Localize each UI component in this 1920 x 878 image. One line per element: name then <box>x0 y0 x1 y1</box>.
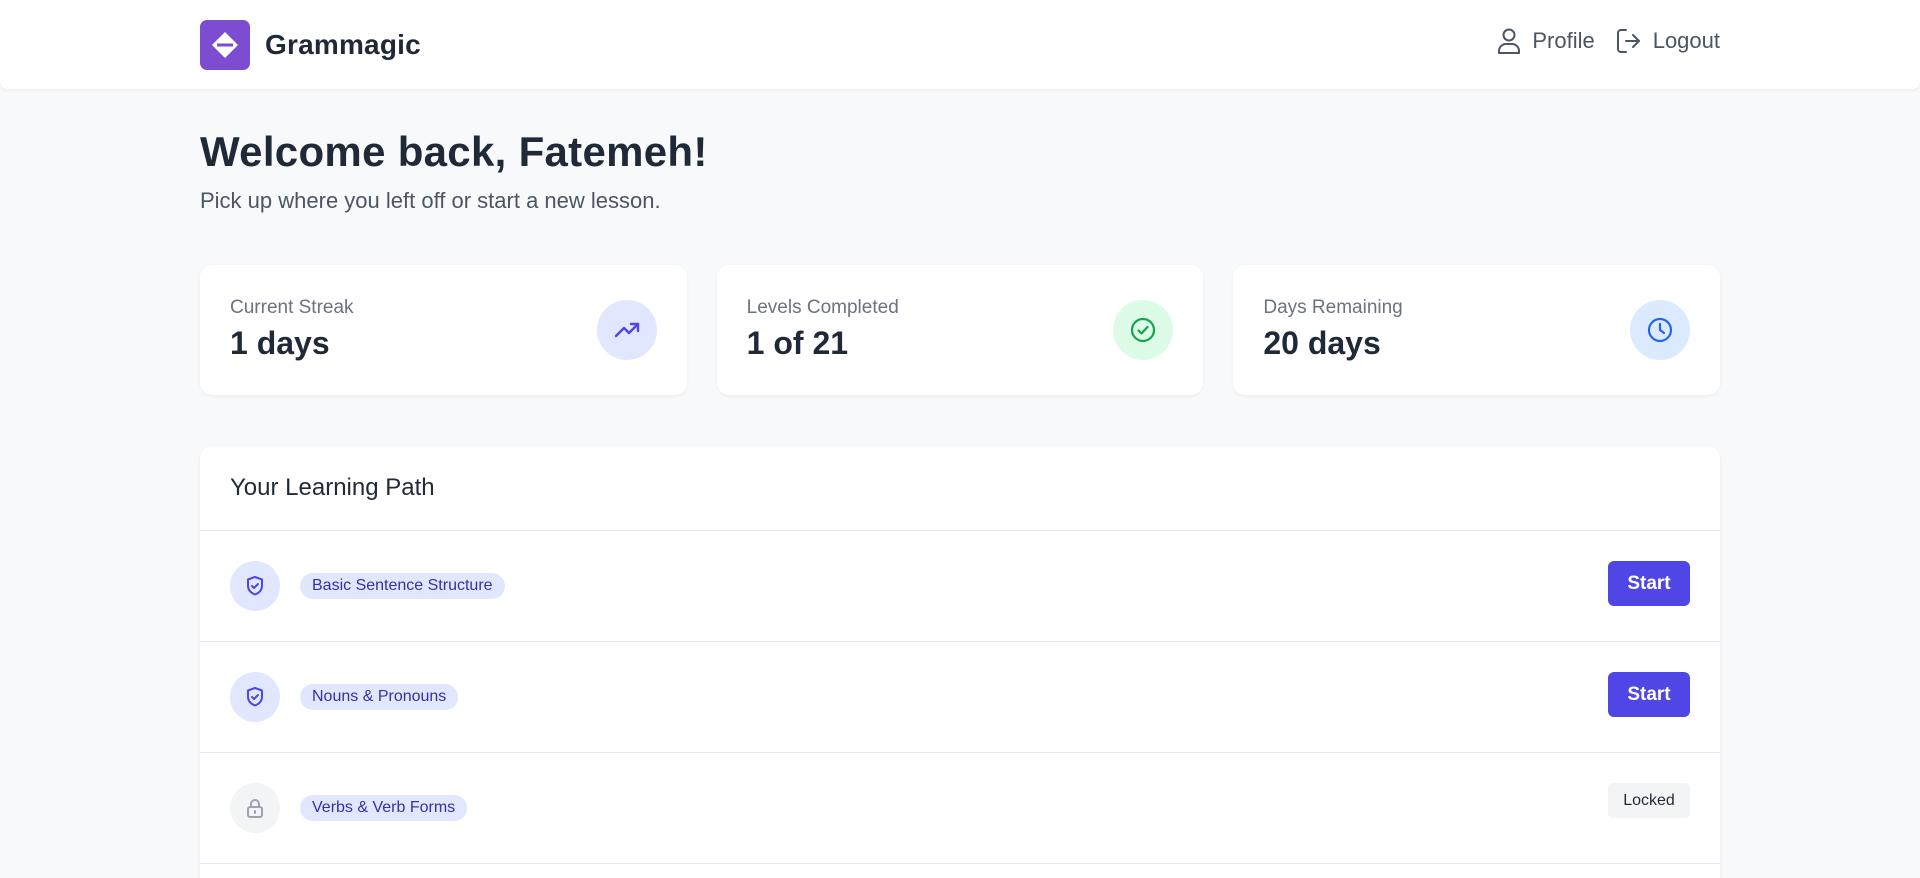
stat-card-days: Days Remaining 20 days <box>1233 265 1721 395</box>
shield-check-icon <box>230 672 280 722</box>
learning-path-card: Your Learning Path Basic Sentence Struct… <box>200 446 1720 878</box>
logout-link-label: Logout <box>1652 28 1720 53</box>
lesson-row: Basic Sentence Structure Start <box>200 531 1720 642</box>
profile-link-label: Profile <box>1532 28 1595 53</box>
lesson-title: Verbs & Verb Forms <box>300 795 468 821</box>
stat-label: Levels Completed <box>746 297 899 318</box>
stat-card-levels: Levels Completed 1 of 21 <box>716 265 1204 395</box>
profile-link[interactable]: Profile <box>1496 27 1595 55</box>
locked-badge: Locked <box>1608 783 1690 818</box>
shield-check-icon <box>230 561 280 611</box>
learning-path-title: Your Learning Path <box>200 446 1720 531</box>
lesson-title: Nouns & Pronouns <box>300 684 459 710</box>
start-lesson-button[interactable]: Start <box>1608 672 1690 717</box>
stat-value: 1 days <box>230 325 330 361</box>
lock-icon <box>230 783 280 833</box>
header-nav: Profile Logout <box>1496 27 1720 55</box>
stat-value: 20 days <box>1263 325 1381 361</box>
page-title: Welcome back, Fatemeh! <box>200 128 708 175</box>
logout-icon <box>1616 29 1640 53</box>
start-lesson-button[interactable]: Start <box>1608 561 1690 606</box>
page-subtitle: Pick up where you left off or start a ne… <box>200 188 661 213</box>
logout-link[interactable]: Logout <box>1615 27 1720 55</box>
lesson-title: Basic Sentence Structure <box>300 573 505 599</box>
stat-label: Current Streak <box>230 297 354 318</box>
brand-name: Grammagic <box>265 29 421 60</box>
stat-card-streak: Current Streak 1 days <box>200 265 687 395</box>
user-icon <box>1498 28 1521 54</box>
check-circle-icon <box>1113 300 1174 360</box>
clock-icon <box>1630 300 1691 360</box>
lesson-row: Verbs & Verb Forms Locked <box>200 753 1720 864</box>
logo-icon <box>200 20 250 70</box>
trending-up-icon <box>596 300 657 360</box>
lesson-row: Nouns & Pronouns Start <box>200 642 1720 753</box>
stat-label: Days Remaining <box>1263 297 1403 318</box>
top-navigation-bar: Grammagic Profile Logout <box>0 0 1920 89</box>
stats-row: Current Streak 1 days Levels Completed 1… <box>200 265 1721 395</box>
stat-value: 1 of 21 <box>746 325 849 361</box>
brand[interactable]: Grammagic <box>200 20 421 70</box>
